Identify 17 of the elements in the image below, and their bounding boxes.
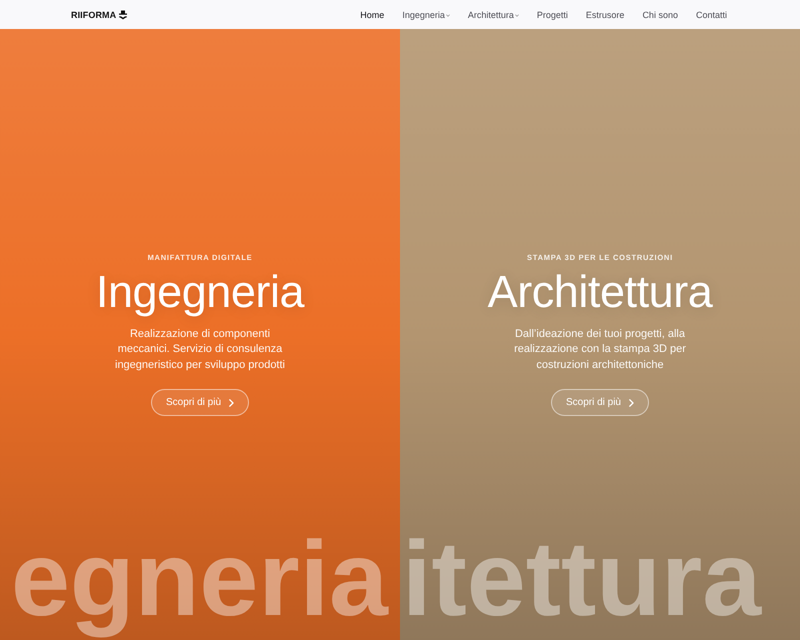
background-word: itettura [402, 520, 762, 639]
logo-link[interactable]: RIIFORMA [71, 10, 128, 20]
hero-title: Ingegneria [96, 266, 304, 317]
hat-mustache-icon [118, 10, 128, 20]
nav-link[interactable]: Ingegneria [402, 10, 450, 20]
hero-title: Architettura [488, 266, 712, 317]
hero-description: Realizzazione di componenti meccanici. Servizio di consulenza ingegneristico per sviluppo prodotti [114, 326, 286, 373]
nav-link[interactable]: Progetti [536, 10, 568, 20]
chevron-right-icon [629, 398, 634, 407]
chevron-right-icon [229, 398, 234, 407]
nav-link[interactable]: Contatti [696, 10, 727, 20]
nav-link[interactable]: Estrusore [586, 10, 624, 20]
background-word: egneria [10, 520, 388, 639]
nav-link[interactable]: Home [360, 10, 384, 20]
nav-link[interactable]: Architettura [468, 10, 519, 20]
nav-link[interactable]: Chi sono [642, 10, 678, 20]
hero-description: Dall’ideazione dei tuoi progetti, alla realizzazione con la stampa 3D per costruzioni architettoniche [513, 326, 687, 373]
